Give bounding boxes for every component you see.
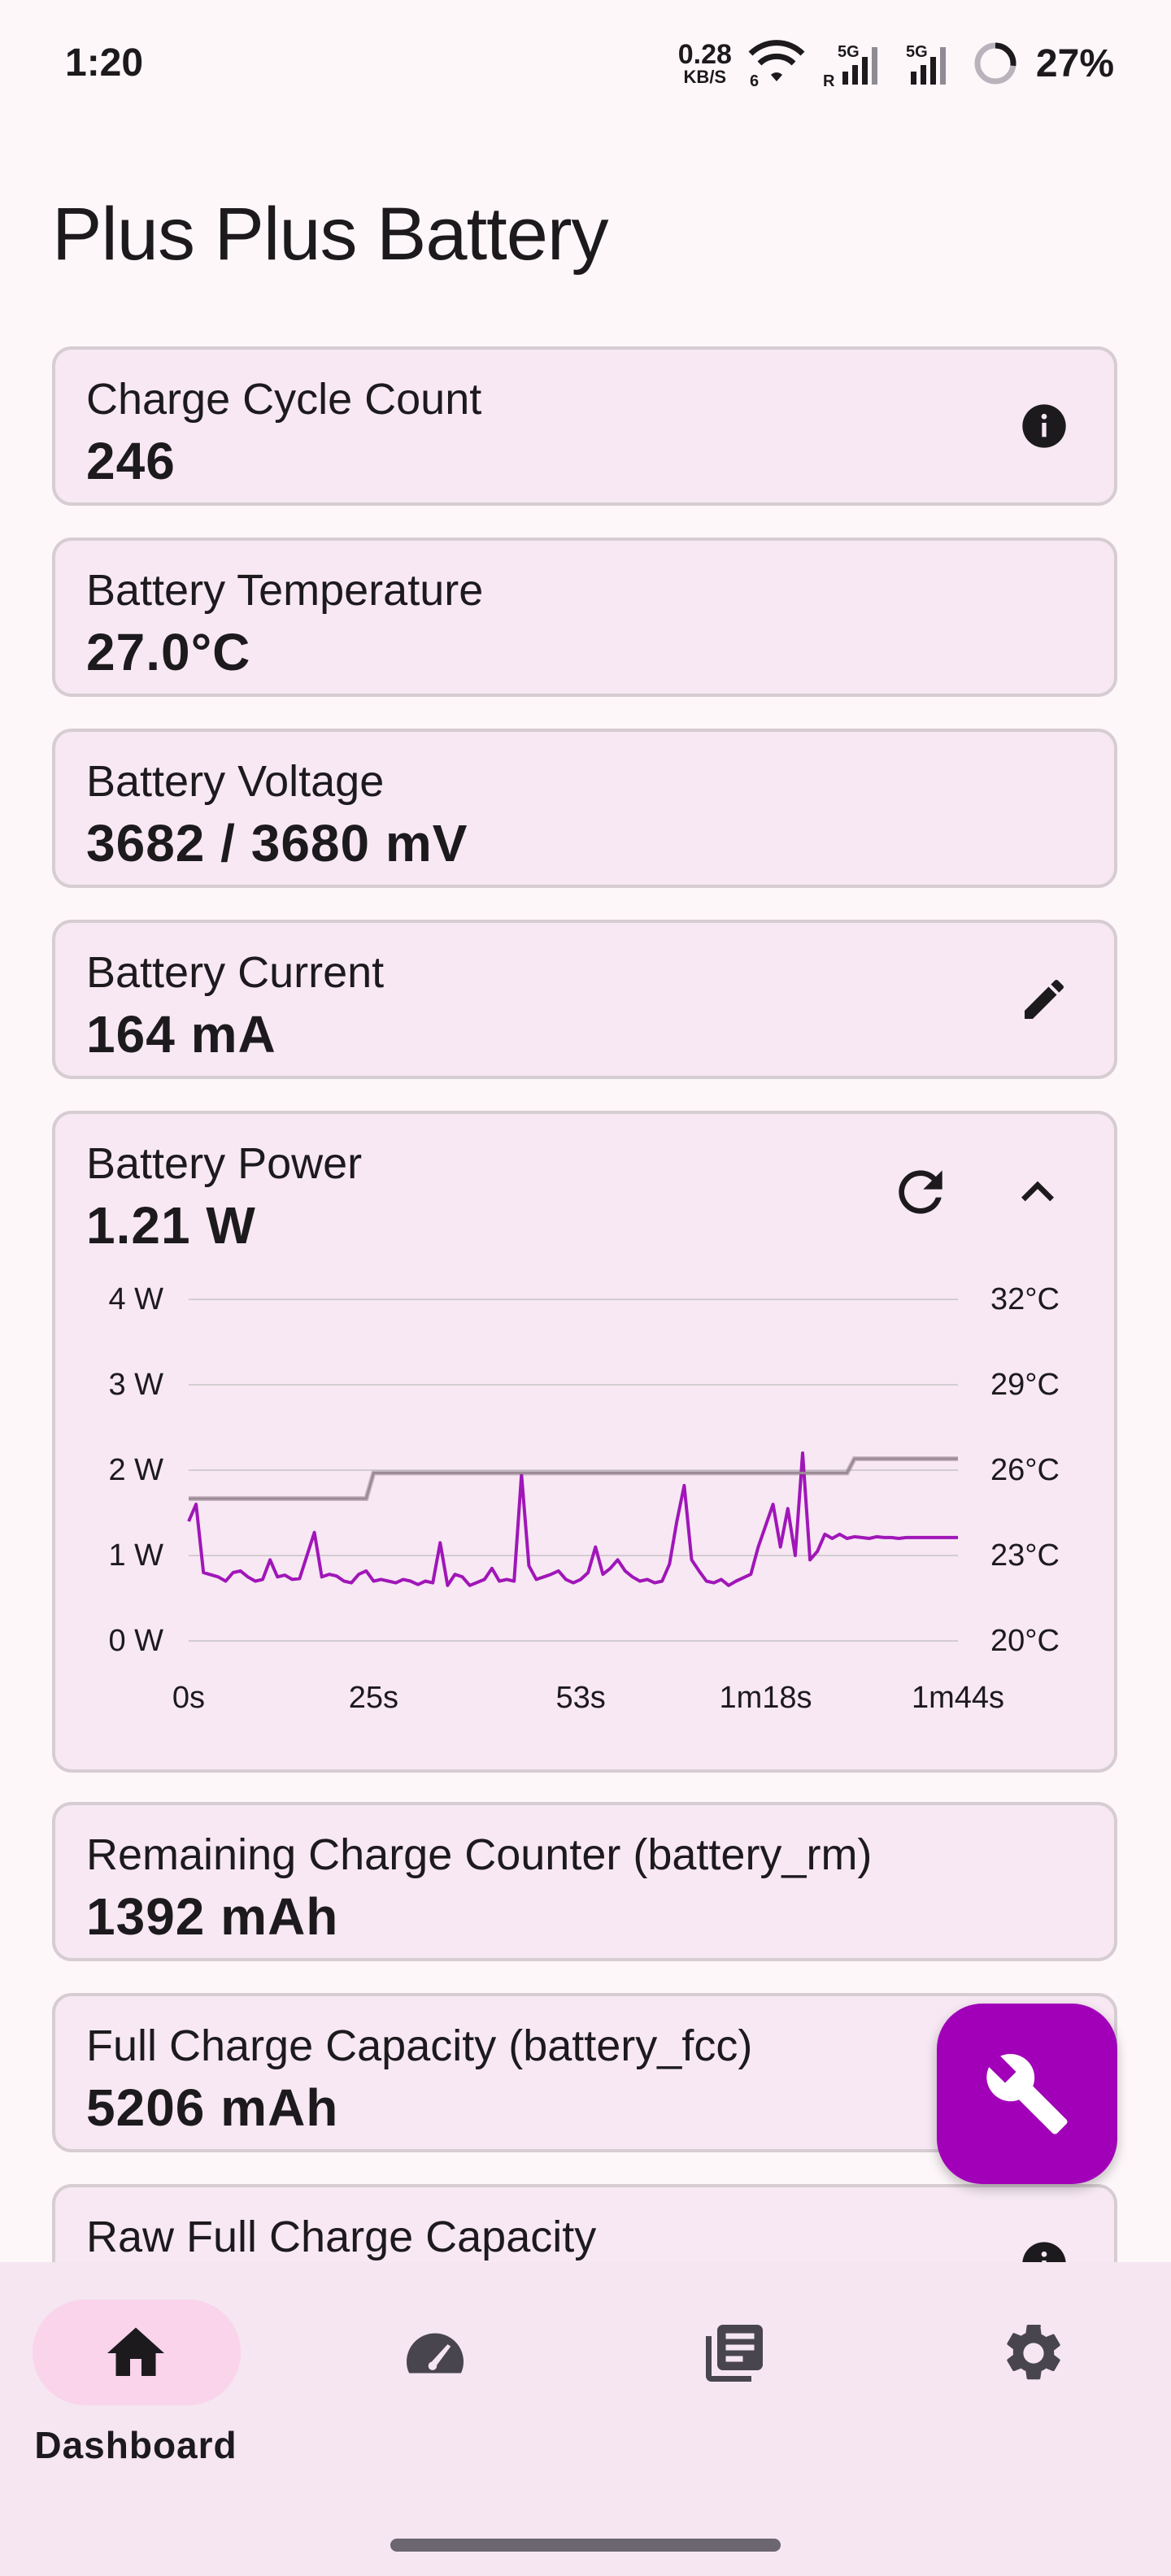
battery-current-card[interactable]: Battery Current 164 mA [52, 920, 1117, 1079]
y-right-tick-label: 32°C [990, 1282, 1060, 1316]
x-tick-label: 53s [555, 1681, 605, 1715]
y-left-tick-label: 0 W [108, 1624, 163, 1658]
remaining-charge-counter-card[interactable]: Remaining Charge Counter (battery_rm) 13… [52, 1802, 1117, 1961]
signal1-label: 5G [838, 43, 860, 61]
nav-dashboard[interactable]: Dashboard [18, 2300, 254, 2478]
refresh-icon[interactable] [888, 1160, 953, 1225]
edit-icon[interactable] [1018, 973, 1070, 1025]
nav-monitor[interactable] [317, 2300, 553, 2478]
signal-icon-sim2: 5G [906, 43, 946, 85]
card-label: Battery Voltage [86, 757, 385, 806]
battery-voltage-card[interactable]: Battery Voltage 3682 / 3680 mV [52, 729, 1117, 888]
card-value: 3682 / 3680 mV [86, 814, 468, 872]
x-tick-label: 1m44s [912, 1681, 1004, 1715]
nav-label: Dashboard [34, 2424, 237, 2466]
battery-percent: 27% [1035, 41, 1114, 85]
card-value: 5206 mAh [86, 2078, 339, 2137]
tools-fab-button[interactable] [937, 2004, 1117, 2184]
x-tick-label: 25s [349, 1681, 398, 1715]
y-right-tick-label: 29°C [990, 1368, 1060, 1402]
status-bar: 1:20 0.28 KB/S 6 5G R 5G 27% [0, 0, 1171, 130]
x-tick-label: 0s [172, 1681, 205, 1715]
battery-power-card[interactable]: Battery Power 1.21 W 0 W 1 W 2 W 3 W 4 W 20°C… [52, 1111, 1117, 1773]
network-speed-value: 0.28 [677, 39, 732, 70]
x-tick-label: 1m18s [719, 1681, 812, 1715]
card-label: Charge Cycle Count [86, 375, 482, 424]
y-left-tick-label: 3 W [108, 1368, 163, 1402]
nav-logs[interactable] [616, 2300, 852, 2478]
network-speed-unit: KB/S [683, 67, 727, 87]
battery-ring-icon [974, 42, 1016, 85]
card-value: 164 mA [86, 1005, 276, 1064]
home-icon [102, 2319, 170, 2387]
wifi-label: 6 [750, 72, 759, 88]
wrench-icon [986, 2053, 1068, 2134]
card-label: Full Charge Capacity (battery_fcc) [86, 2021, 753, 2070]
y-left-tick-label: 2 W [108, 1453, 163, 1487]
card-value: 246 [86, 432, 176, 490]
y-left-tick-label: 1 W [108, 1538, 163, 1573]
status-icons: 0.28 KB/S 6 5G R 5G 27% [678, 39, 1114, 88]
card-value: 1392 mAh [86, 1887, 339, 1946]
library-books-icon [700, 2319, 768, 2387]
battery-temperature-card[interactable]: Battery Temperature 27.0°C [52, 537, 1117, 697]
settings-gear-icon [999, 2319, 1068, 2387]
wifi-icon: 6 [748, 40, 805, 88]
card-label: Remaining Charge Counter (battery_rm) [86, 1830, 873, 1879]
temperature-series-line [189, 1457, 958, 1500]
y-left-tick-label: 4 W [108, 1282, 163, 1316]
info-icon[interactable] [1018, 400, 1070, 452]
signal2-label: 5G [906, 43, 928, 61]
card-label: Battery Temperature [86, 566, 484, 615]
y-right-tick-label: 26°C [990, 1453, 1060, 1487]
temperature-series-line-shadow [189, 1456, 958, 1501]
power-chart-svg: 0 W 1 W 2 W 3 W 4 W 20°C 23°C 26°C 29°C 32°C 0s 25s… [108, 1282, 1060, 1715]
charge-cycle-count-card[interactable]: Charge Cycle Count 246 [52, 346, 1117, 506]
speedometer-icon [401, 2319, 469, 2387]
card-value: 1.21 W [86, 1196, 256, 1255]
card-label: Raw Full Charge Capacity [86, 2213, 597, 2261]
battery-power-chart: 0 W 1 W 2 W 3 W 4 W 20°C 23°C 26°C 29°C 32°C 0s 25s… [55, 1260, 1114, 1756]
status-time: 1:20 [65, 41, 144, 85]
y-right-tick-label: 20°C [990, 1624, 1060, 1658]
home-indicator-bar[interactable] [390, 2539, 781, 2552]
nav-settings[interactable] [916, 2300, 1151, 2478]
card-label: Battery Current [86, 948, 385, 997]
page-title: Plus Plus Battery [52, 193, 609, 276]
card-label: Battery Power [86, 1139, 363, 1188]
card-value: 27.0°C [86, 623, 251, 681]
signal-icon-sim1: 5G R [823, 43, 877, 88]
network-speed: 0.28 KB/S [678, 41, 732, 86]
bottom-navigation: Dashboard [0, 2262, 1171, 2576]
y-right-tick-label: 23°C [990, 1538, 1060, 1573]
chevron-up-icon[interactable] [1005, 1160, 1070, 1225]
signal1-sub: R [823, 72, 835, 88]
